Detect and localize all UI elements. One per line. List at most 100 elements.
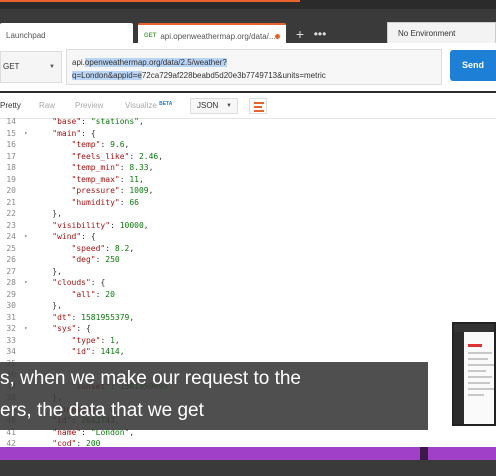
line-number: 31 [6,312,16,322]
beta-badge: BETA [159,101,173,107]
request-row: GET ▼ api.openweathermap.org/data/2.5/we… [0,43,496,91]
fold-chevron-icon[interactable]: ▾ [24,277,32,289]
line-number: 18 [6,163,16,172]
caption-line: s, when we make our request to the [0,368,301,389]
code-text: "all": 20 [71,289,115,299]
line-number: 19 [6,174,16,184]
tab-request-label: api.openweathermap.org/data/... [160,31,276,41]
code-text: }, [33,301,62,310]
code-line: 18 "temp_min": 8.33, [0,162,496,174]
code-text: "deg": 250 [71,255,120,264]
code-line: 15 ▾ "main": { [0,128,496,140]
tab-visualize[interactable]: Visualize BETA [125,101,172,110]
chevron-down-icon: ▼ [49,64,55,70]
code-line: 30 }, [0,300,496,312]
line-number: 26 [6,255,16,264]
top-strip [0,0,496,9]
line-number: 22 [6,209,16,218]
code-text: "dt": 1581955379, [52,312,135,322]
line-number: 16 [6,140,16,149]
line-number: 30 [6,301,16,310]
line-number: 14 [6,117,16,126]
code-text: "temp_max": 11, [71,174,144,184]
code-text: "speed": 8.2, [71,243,135,253]
tab-bar: Launchpad GET api.openweathermap.org/dat… [0,9,496,47]
line-number: 21 [6,197,16,207]
url-selected-part: openweathermap.org/data/2.5/weather? [84,58,227,67]
code-line: 27 }, [0,266,496,278]
line-number: 34 [6,347,16,356]
code-line: 17 "feels_like": 2.46, [0,151,496,163]
code-text: "base": "stations", [52,117,144,126]
format-label: JSON [197,101,219,110]
code-text: "type": 1, [71,335,120,345]
code-line: 19 "temp_max": 11, [0,174,496,186]
tab-pretty[interactable]: Pretty [0,101,21,110]
line-number: 25 [6,243,16,253]
code-line: 32 ▾ "sys": { [0,323,496,335]
code-text: "temp_min": 8.33, [71,163,154,172]
fold-chevron-icon[interactable]: ▾ [24,323,32,335]
send-button[interactable]: Send [450,50,496,81]
chevron-down-icon: ▼ [226,103,232,109]
code-text: "feels_like": 2.46, [71,151,164,161]
bottom-bar [0,460,496,476]
code-text: "id": 1414, [71,347,125,356]
fold-chevron-icon[interactable]: ▾ [24,128,32,140]
wrap-lines-icon[interactable] [249,98,267,114]
code-text: }, [33,266,62,276]
webcam-thumbnail [452,322,496,426]
progress-knob[interactable] [420,447,428,460]
code-line: 21 "humidity": 66 [0,197,496,209]
code-line: 22 }, [0,208,496,220]
tab-launchpad-label: Launchpad [6,30,46,40]
line-number: 15 [6,128,16,138]
line-number: 17 [6,151,16,161]
line-number: 29 [6,289,16,299]
line-number: 33 [6,335,16,345]
line-number: 23 [6,220,16,230]
video-caption: s, when we make our request to the ers, … [0,362,428,430]
line-number: 32 [6,324,16,333]
code-line: 23 "visibility": 10000, [0,220,496,232]
line-number: 24 [6,232,16,241]
url-part: 72ca729af228beabd5d20e3b7749713&units=me… [141,71,326,80]
code-text: "main": { [52,128,96,138]
new-tab-button[interactable]: + [291,25,309,45]
code-line: 33 "type": 1, [0,335,496,347]
tab-preview[interactable]: Preview [75,101,103,110]
line-number: 20 [6,186,16,195]
code-line: 16 "temp": 9.6, [0,139,496,151]
code-text: }, [33,209,62,218]
code-line: 26 "deg": 250 [0,254,496,266]
unsaved-dot-icon [275,34,280,39]
tab-raw[interactable]: Raw [39,101,55,110]
code-text: "pressure": 1009, [71,186,154,195]
format-select[interactable]: JSON ▼ [190,98,238,114]
fold-chevron-icon[interactable]: ▾ [24,231,32,243]
more-tabs-button[interactable]: ••• [311,25,329,45]
caption-line: ers, the data that we get [0,400,204,421]
code-text: "wind": { [52,232,96,241]
method-label: GET [3,62,20,71]
code-text: "sys": { [52,324,91,333]
code-line: 29 "all": 20 [0,289,496,301]
code-line: 25 "speed": 8.2, [0,243,496,255]
url-part: api. [72,58,85,67]
url-selected-part: q=London&appid=e [72,71,142,80]
code-line: 24 ▾ "wind": { [0,231,496,243]
code-line: 14 "base": "stations", [0,116,496,128]
url-input[interactable]: api.openweathermap.org/data/2.5/weather?… [66,49,442,85]
visualize-label: Visualize [125,101,157,110]
top-accent [0,0,300,2]
code-line: 20 "pressure": 1009, [0,185,496,197]
code-line: 28 ▾ "clouds": { [0,277,496,289]
method-select[interactable]: GET ▼ [0,51,62,83]
video-progress-bar[interactable] [0,447,496,460]
code-line: 34 "id": 1414, [0,346,496,358]
code-text: "visibility": 10000, [52,220,149,230]
code-text: "clouds": { [52,278,106,287]
line-number: 28 [6,278,16,287]
code-text: "temp": 9.6, [71,140,130,149]
tab-method-badge: GET [144,33,157,39]
